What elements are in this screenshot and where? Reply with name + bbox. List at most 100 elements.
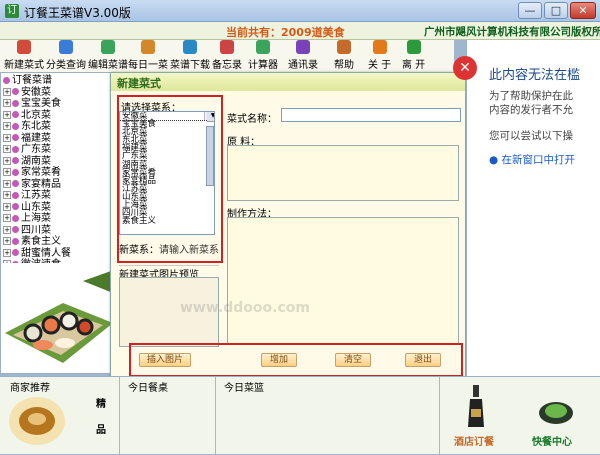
fast-food-button[interactable]: 快餐中心 (526, 385, 590, 449)
toolbar-button-4[interactable]: 菜谱下载 (170, 40, 210, 72)
new-category-input[interactable]: 请输入新菜系 (159, 241, 219, 256)
tree-item[interactable]: + 江苏菜 (3, 190, 117, 202)
dish-count: 当前共有：2009道美食 (226, 26, 345, 39)
toolbar-button-9[interactable]: 关 于 (368, 40, 391, 72)
category-listbox[interactable]: 安徽菜 宝宝美食 北京菜 东北菜 福建菜 广东菜 湖南菜 家常菜肴 家宴精品 江苏菜 山东菜 上海菜四… (119, 111, 215, 235)
toolbar-button-1[interactable]: 分类查询 (46, 40, 86, 72)
expand-icon[interactable]: + (3, 191, 11, 199)
tree-item[interactable]: + 家宴精品 (3, 179, 117, 191)
tree-item[interactable]: + 安徽菜 (3, 87, 117, 99)
expand-icon[interactable]: + (3, 168, 11, 176)
exit-button[interactable]: 退出 (405, 353, 441, 367)
expand-icon[interactable]: + (3, 248, 11, 257)
maximize-button[interactable]: □ (544, 2, 568, 19)
category-tree-panel: 订餐菜谱 + 安徽菜 + 宝宝美食 + 北京菜 + 东北菜 + 福建菜 + 广东菜 + 湖南菜 + 家常菜肴 +… (0, 72, 118, 374)
today-table-section[interactable]: 今日餐桌 (120, 377, 216, 455)
toolbar-button-10[interactable]: 离 开 (402, 40, 425, 72)
tree-item[interactable]: + 东北菜 (3, 121, 117, 133)
toolbar-label: 备忘录 (212, 60, 242, 71)
toolbar-label: 分类查询 (46, 60, 86, 71)
tree-item[interactable]: + 上海菜 (3, 213, 117, 225)
folder-icon (12, 134, 19, 141)
ingredients-textarea[interactable] (227, 145, 459, 201)
exit-icon (406, 40, 421, 54)
tree-item-label: 北京菜 (21, 109, 51, 121)
new-category-label: 新菜系： (119, 245, 159, 256)
folder-icon (12, 249, 19, 256)
expand-icon[interactable]: + (3, 110, 11, 119)
toolbar-button-0[interactable]: 新建菜式 (4, 40, 44, 72)
blocked-text-1: 为了帮助保护在此 (489, 90, 573, 102)
category-option[interactable]: 素食主义 (120, 217, 214, 226)
method-textarea[interactable] (227, 217, 459, 345)
insert-image-button[interactable]: 插入图片 (139, 353, 191, 367)
folder-icon (12, 237, 19, 245)
expand-icon[interactable]: + (3, 225, 11, 234)
toolbar-button-2[interactable]: 编辑菜谱 (88, 40, 128, 72)
folder-icon (12, 111, 19, 118)
tree-item-label: 福建菜 (21, 132, 51, 144)
fast-food-label: 快餐中心 (532, 437, 572, 448)
tree-item[interactable]: + 家常菜肴 (3, 167, 117, 179)
folder-icon (12, 122, 19, 130)
tree-item[interactable]: + 山东菜 (3, 202, 117, 214)
expand-icon[interactable]: + (3, 87, 11, 96)
window-title: 订餐王菜谱V3.00版 (24, 6, 131, 20)
bottom-panel: 商家推荐 精 品 今日餐桌 今日菜篮 酒店订餐 快餐中心 (0, 376, 600, 455)
dish-name-input[interactable] (281, 108, 461, 122)
today-basket-section[interactable]: 今日菜篮 (216, 377, 440, 455)
new-dish-icon (17, 40, 31, 54)
expand-icon[interactable]: + (3, 145, 11, 153)
tree-item-label: 素食主义 (21, 236, 61, 247)
tree-root[interactable]: 订餐菜谱 (3, 75, 117, 87)
listbox-scrollbar[interactable]: ▲ ▼ (204, 112, 214, 186)
toolbar-button-5[interactable]: 备忘录 (212, 40, 242, 72)
expand-icon[interactable]: + (3, 99, 11, 107)
folder-icon (12, 214, 19, 222)
folder-icon (12, 157, 19, 164)
blocked-text-3: 您可以尝试以下操 (489, 130, 573, 142)
scroll-thumb[interactable] (206, 126, 214, 186)
toolbar-button-3[interactable]: 每日一菜 (128, 40, 168, 72)
expand-icon[interactable]: + (3, 214, 11, 222)
sushi-image (3, 263, 115, 371)
tree-item-label: 甜蜜情人餐 (21, 247, 71, 259)
minimize-button[interactable]: — (518, 2, 542, 19)
tree-item-label: 宝宝美食 (21, 98, 61, 109)
memo-icon (220, 40, 234, 54)
tree-item[interactable]: + 湖南菜 (3, 156, 117, 168)
clear-button[interactable]: 清空 (335, 353, 371, 367)
expand-icon[interactable]: + (3, 202, 11, 211)
new-dish-dialog: 新建菜式 请选择菜系： 安徽菜 宝宝美食 北京菜 东北菜 福建菜 广东菜 湖南菜 家常菜肴 家宴… (110, 72, 466, 380)
expand-icon[interactable]: + (3, 122, 11, 130)
tree-item[interactable]: + 四川菜 (3, 225, 117, 237)
scroll-down-icon[interactable]: ▼ (207, 112, 214, 121)
folder-icon (3, 76, 10, 84)
download-icon (183, 40, 197, 54)
tree-item-label: 东北菜 (21, 121, 51, 132)
add-button[interactable]: 增加 (261, 353, 297, 367)
close-button[interactable]: ✕ (570, 2, 596, 19)
blocked-text-2: 内容的发行者不允 (489, 104, 573, 116)
about-icon (372, 40, 387, 54)
toolbar-button-8[interactable]: 帮助 (334, 40, 354, 72)
tree-item[interactable]: + 宝宝美食 (3, 98, 117, 110)
toolbar-label: 通讯录 (288, 60, 318, 71)
expand-icon[interactable]: + (3, 179, 11, 188)
expand-icon[interactable]: + (3, 133, 11, 142)
tree-item[interactable]: + 甜蜜情人餐 (3, 248, 117, 260)
folder-icon (12, 168, 19, 176)
copyright-text: 广州市飓风计算机科技有限公司版权所有 (424, 26, 600, 38)
expand-icon[interactable]: + (3, 156, 11, 165)
toolbar-label: 计算器 (248, 60, 278, 71)
tree-item[interactable]: + 北京菜 (3, 110, 117, 122)
toolbar-button-6[interactable]: 计算器 (248, 40, 278, 72)
tree-item[interactable]: + 广东菜 (3, 144, 117, 156)
toolbar-button-7[interactable]: 通讯录 (288, 40, 318, 72)
tree-item-label: 山东菜 (21, 201, 51, 213)
open-new-window-link[interactable]: ● 在新窗口中打开 (489, 152, 575, 167)
expand-icon[interactable]: + (3, 237, 11, 245)
tree-item[interactable]: + 素食主义 (3, 236, 117, 248)
hotel-order-button[interactable]: 酒店订餐 (446, 385, 506, 449)
tree-item[interactable]: + 福建菜 (3, 133, 117, 145)
